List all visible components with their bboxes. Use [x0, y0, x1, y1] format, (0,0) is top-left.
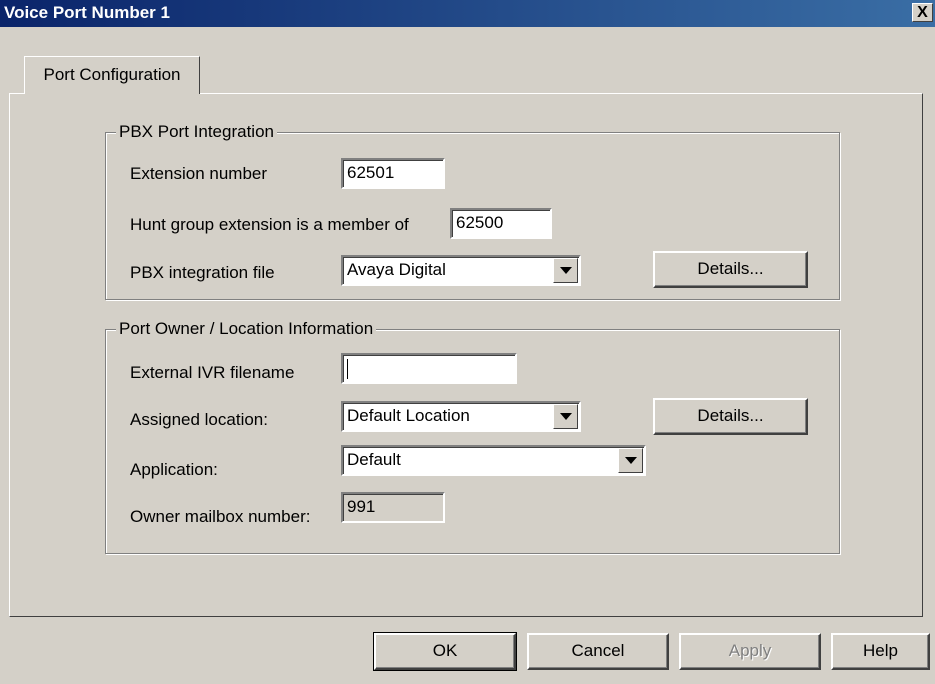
pbx-integration-file-value: Avaya Digital [347, 260, 446, 279]
pbx-integration-dropdown-button[interactable] [553, 258, 578, 283]
cancel-button[interactable]: Cancel [527, 633, 669, 670]
hunt-group-input[interactable]: 62500 [450, 208, 552, 239]
tab-label: Port Configuration [43, 65, 181, 84]
external-ivr-input[interactable] [341, 353, 517, 384]
close-icon: X [917, 4, 928, 21]
tab-port-configuration[interactable]: Port Configuration [24, 56, 200, 94]
extension-number-value: 62501 [347, 163, 395, 182]
external-ivr-label: External IVR filename [130, 363, 295, 382]
title-bar[interactable]: Voice Port Number 1 X [0, 0, 935, 27]
window-title: Voice Port Number 1 [4, 3, 170, 22]
location-details-label: Details... [697, 406, 764, 425]
pbx-integration-file-label: PBX integration file [130, 263, 275, 282]
help-button[interactable]: Help [831, 633, 930, 670]
text-cursor [347, 358, 348, 379]
help-label: Help [863, 641, 898, 660]
owner-mailbox-value: 991 [347, 497, 376, 516]
owner-mailbox-input: 991 [341, 492, 445, 523]
cancel-label: Cancel [571, 641, 625, 660]
application-select[interactable]: Default [341, 445, 646, 476]
pbx-integration-file-select[interactable]: Avaya Digital [341, 255, 581, 286]
owner-group-title: Port Owner / Location Information [116, 319, 377, 339]
close-button[interactable]: X [912, 3, 933, 22]
pbx-details-button[interactable]: Details... [653, 251, 808, 288]
application-label: Application: [130, 460, 218, 479]
apply-button[interactable]: Apply [679, 633, 821, 670]
hunt-group-value: 62500 [456, 213, 504, 232]
pbx-details-label: Details... [697, 259, 764, 278]
hunt-group-label: Hunt group extension is a member of [130, 215, 409, 234]
chevron-down-icon [624, 457, 637, 464]
assigned-location-label: Assigned location: [130, 410, 268, 429]
application-dropdown-button[interactable] [618, 448, 643, 473]
ok-button[interactable]: OK [373, 632, 517, 671]
assigned-location-select[interactable]: Default Location [341, 401, 581, 432]
assigned-location-value: Default Location [347, 406, 470, 425]
chevron-down-icon [559, 413, 572, 420]
application-value: Default [347, 450, 401, 469]
extension-number-label: Extension number [130, 164, 268, 183]
ok-label: OK [432, 641, 458, 660]
assigned-location-dropdown-button[interactable] [553, 404, 578, 429]
extension-number-input[interactable]: 62501 [341, 158, 445, 189]
chevron-down-icon [559, 267, 572, 274]
owner-mailbox-label: Owner mailbox number: [130, 507, 311, 526]
apply-label: Apply [728, 641, 772, 660]
location-details-button[interactable]: Details... [653, 398, 808, 435]
pbx-group-title: PBX Port Integration [116, 122, 277, 142]
